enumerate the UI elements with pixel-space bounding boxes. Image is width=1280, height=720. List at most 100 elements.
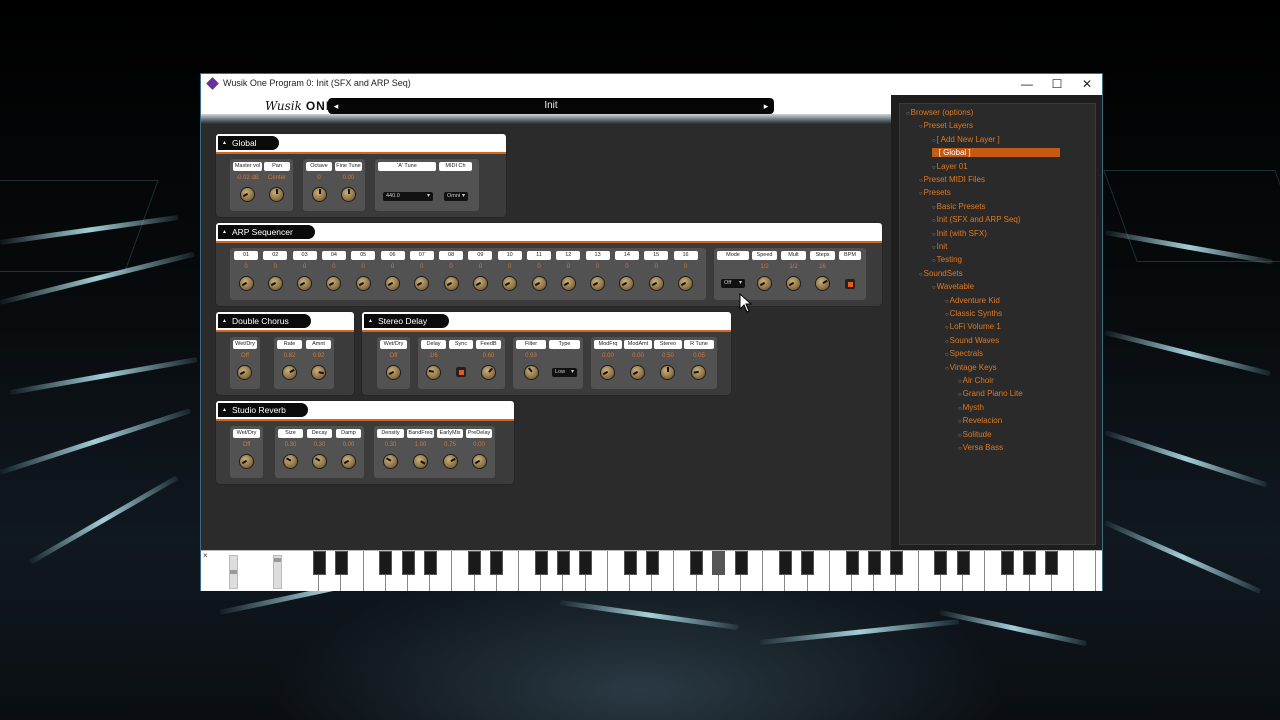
black-key[interactable] (1045, 551, 1059, 575)
chorus-title[interactable]: Double Chorus (218, 314, 311, 328)
black-key[interactable] (579, 551, 593, 575)
black-key[interactable] (334, 551, 348, 575)
white-key[interactable] (1074, 551, 1097, 591)
browser-item[interactable]: Vintage Keys (945, 363, 997, 372)
browser-item[interactable]: SoundSets (919, 269, 963, 278)
global-title[interactable]: Global (218, 136, 279, 150)
reverb-decay-knob[interactable] (313, 455, 326, 468)
arp-mult-knob[interactable] (787, 277, 800, 290)
delay-stereo-knob[interactable] (661, 366, 674, 379)
black-key[interactable] (623, 551, 637, 575)
arp-step-knob[interactable] (298, 277, 312, 290)
arp-mode-dropdown[interactable]: Off (721, 279, 745, 288)
browser-item[interactable]: Testing (932, 255, 962, 264)
preset-selector[interactable]: ◂ Init ▸ (328, 98, 774, 114)
delay-type-dropdown[interactable]: Low (552, 368, 577, 377)
reverb-title[interactable]: Studio Reverb (218, 403, 308, 417)
reverb-wetdry-knob[interactable] (240, 455, 253, 468)
master-vol-knob[interactable] (241, 188, 254, 201)
black-key[interactable] (934, 551, 948, 575)
arp-step-knob[interactable] (473, 277, 487, 290)
reverb-damp-knob[interactable] (342, 455, 355, 468)
browser-item[interactable]: Preset MIDI Files (919, 175, 985, 184)
delay-modamt-knob[interactable] (631, 366, 644, 379)
arp-step-knob[interactable] (444, 277, 458, 290)
arp-step-knob[interactable] (532, 277, 546, 290)
browser-tree[interactable]: Browser (options) Preset Layers [ Add New … (899, 103, 1096, 545)
arp-step-knob[interactable] (591, 277, 605, 290)
chorus-amnt-knob[interactable] (312, 366, 325, 379)
chorus-rate-knob[interactable] (283, 366, 296, 379)
mod-wheel[interactable] (273, 555, 282, 589)
black-key[interactable] (712, 551, 726, 575)
black-key[interactable] (956, 551, 970, 575)
arp-step-knob[interactable] (386, 277, 399, 290)
close-button[interactable]: ✕ (1072, 76, 1102, 92)
arp-step-knob[interactable] (503, 277, 517, 290)
arp-steps-knob[interactable] (816, 277, 829, 290)
a-tune-spinner[interactable]: 440.0 (383, 192, 433, 201)
fine-tune-knob[interactable] (342, 188, 355, 201)
delay-sync-toggle[interactable] (456, 367, 466, 377)
delay-time-knob[interactable] (427, 366, 440, 379)
browser-item[interactable]: Basic Presets (932, 202, 986, 211)
browser-item[interactable]: [ Global ] (932, 148, 1060, 158)
black-key[interactable] (867, 551, 881, 575)
browser-item[interactable]: Sound Waves (945, 336, 1000, 345)
browser-item[interactable]: Adventure Kid (945, 296, 1000, 305)
next-preset-arrow-icon[interactable]: ▸ (760, 99, 772, 113)
browser-item[interactable]: Layer 01 (932, 162, 968, 171)
arp-step-knob[interactable] (649, 277, 663, 290)
browser-item[interactable]: Spectrals (945, 349, 983, 358)
browser-item[interactable]: Presets (919, 188, 951, 197)
arp-title[interactable]: ARP Sequencer (218, 225, 315, 239)
black-key[interactable] (845, 551, 859, 575)
reverb-size-knob[interactable] (284, 455, 297, 468)
delay-rtune-knob[interactable] (692, 366, 705, 379)
arp-step-knob[interactable] (620, 277, 634, 290)
black-key[interactable] (423, 551, 437, 575)
black-key[interactable] (778, 551, 792, 575)
arp-step-knob[interactable] (239, 277, 253, 290)
title-bar[interactable]: Wusik One Program 0: Init (SFX and ARP S… (201, 74, 1102, 95)
browser-item[interactable]: Preset Layers (919, 121, 973, 130)
black-key[interactable] (490, 551, 504, 575)
browser-item[interactable]: Wavetable (932, 282, 975, 291)
black-key[interactable] (734, 551, 748, 575)
black-key[interactable] (312, 551, 326, 575)
delay-filter-knob[interactable] (525, 366, 538, 379)
delay-feedb-knob[interactable] (482, 366, 495, 379)
browser-item[interactable]: Init (932, 242, 948, 251)
black-key[interactable] (645, 551, 659, 575)
black-key[interactable] (889, 551, 903, 575)
browser-item[interactable]: Revelacion (958, 416, 1003, 425)
black-key[interactable] (468, 551, 482, 575)
arp-step-knob[interactable] (268, 277, 282, 290)
browser-item[interactable]: Init (with SFX) (932, 229, 987, 238)
browser-item[interactable]: Air Choir (958, 376, 994, 385)
arp-step-knob[interactable] (679, 277, 692, 290)
browser-item[interactable]: LoFi Volume 1 (945, 322, 1001, 331)
reverb-predelay-knob[interactable] (473, 455, 486, 468)
black-key[interactable] (534, 551, 548, 575)
minimize-button[interactable]: — (1012, 76, 1042, 92)
browser-item[interactable]: Mysth (958, 403, 984, 412)
arp-speed-knob[interactable] (758, 277, 771, 290)
arp-step-knob[interactable] (356, 277, 370, 290)
delay-modfrq-knob[interactable] (601, 366, 614, 379)
black-key[interactable] (690, 551, 704, 575)
browser-item[interactable]: Solitude (958, 430, 992, 439)
piano-keyboard[interactable]: × (201, 550, 1102, 591)
browser-item[interactable]: [ Add New Layer ] (932, 135, 1000, 144)
chorus-wetdry-knob[interactable] (238, 366, 251, 379)
black-key[interactable] (801, 551, 815, 575)
delay-title[interactable]: Stereo Delay (364, 314, 450, 328)
black-key[interactable] (1000, 551, 1014, 575)
reverb-earlymix-knob[interactable] (444, 455, 457, 468)
black-key[interactable] (1023, 551, 1037, 575)
octave-knob[interactable] (313, 188, 326, 201)
browser-item[interactable]: Init (SFX and ARP Seq) (932, 215, 1021, 224)
reverb-bandfreq-knob[interactable] (414, 455, 427, 468)
keyboard-close-icon[interactable]: × (203, 551, 208, 560)
arp-step-knob[interactable] (561, 277, 575, 290)
